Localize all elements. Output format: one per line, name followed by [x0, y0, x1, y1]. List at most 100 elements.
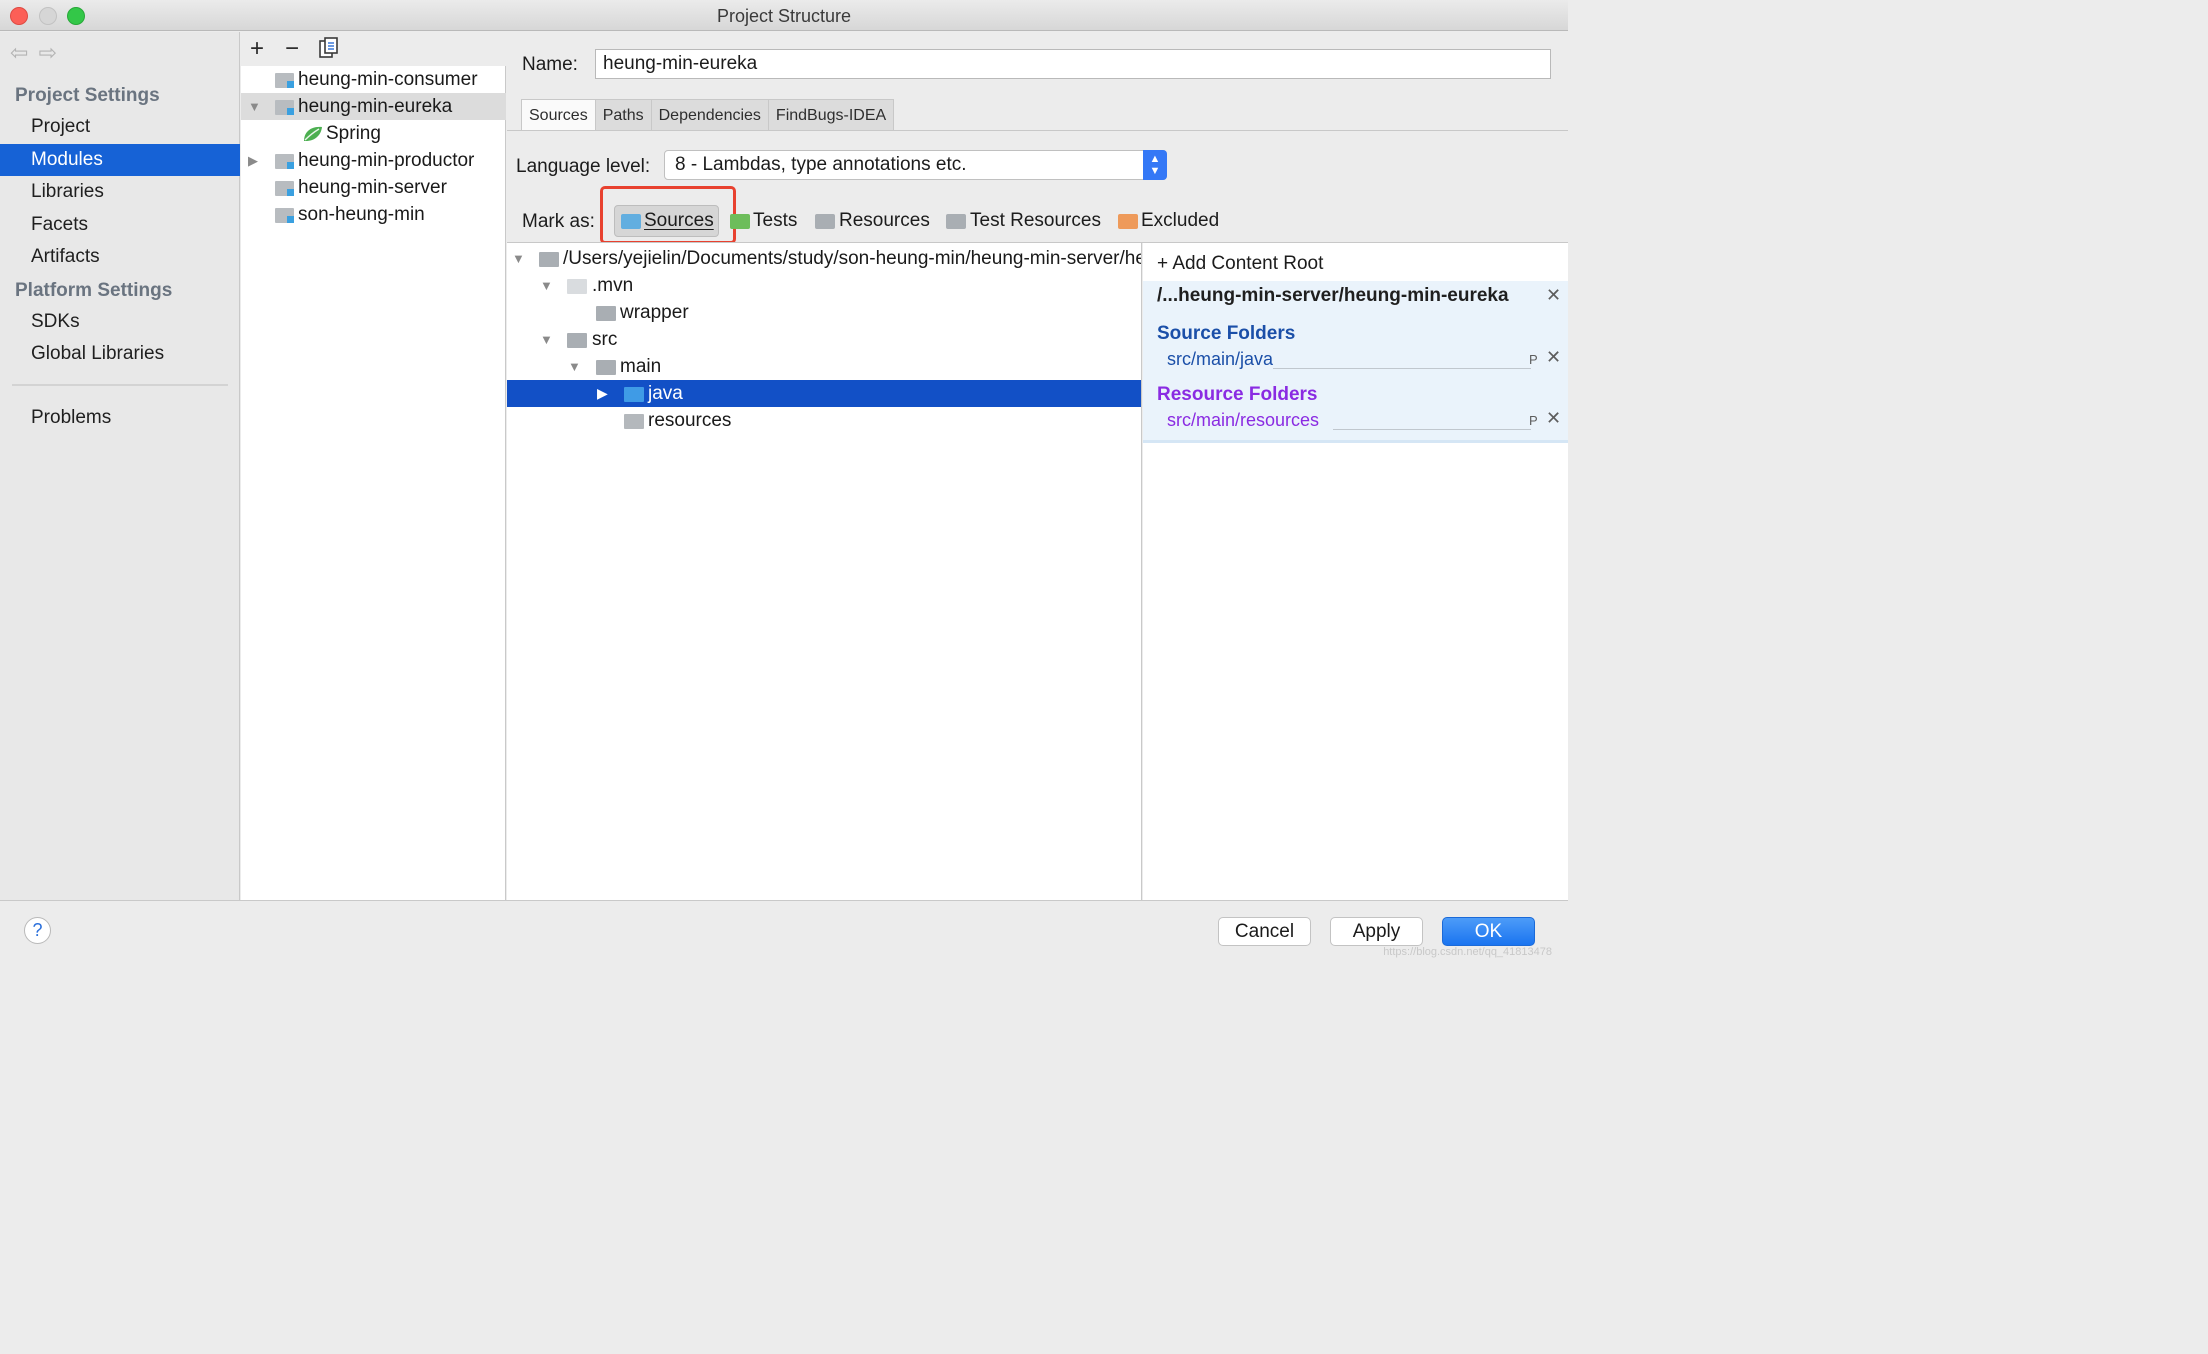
language-level-value: 8 - Lambdas, type annotations etc. [675, 154, 967, 175]
expand-toggle-icon[interactable]: ▼ [512, 245, 525, 272]
resource-folders-header: Resource Folders [1157, 384, 1318, 405]
module-settings: Name: heung-min-eureka Sources Paths Dep… [507, 32, 1568, 900]
tree-row[interactable]: ▼ .mvn [507, 272, 1141, 299]
tree-row-selected[interactable]: ▶ java [507, 380, 1141, 407]
add-content-root-button[interactable]: + Add Content Root [1157, 253, 1323, 275]
module-item-selected[interactable]: ▼ heung-min-eureka [241, 93, 506, 120]
apply-button[interactable]: Apply [1330, 917, 1423, 946]
tree-row[interactable]: wrapper [507, 299, 1141, 326]
tree-row[interactable]: resources [507, 407, 1141, 434]
tree-row-label: .mvn [592, 275, 634, 296]
facet-label: Spring [326, 123, 381, 144]
expand-toggle-icon[interactable]: ▶ [597, 380, 608, 407]
tab-divider [507, 130, 1568, 131]
test-resource-folder-icon [946, 214, 966, 229]
close-icon[interactable]: ✕ [1546, 285, 1561, 306]
modules-toolbar: + − [241, 32, 506, 66]
tree-row-label: main [620, 356, 662, 377]
watermark-text: https://blog.csdn.net/qq_41813478 [1383, 946, 1552, 958]
sidebar-item-modules[interactable]: Modules [0, 144, 240, 176]
cancel-button[interactable]: Cancel [1218, 917, 1311, 946]
module-name-input[interactable]: heung-min-eureka [595, 49, 1551, 79]
project-settings-header: Project Settings [15, 85, 160, 106]
mark-sources-label: Sources [644, 210, 714, 231]
mark-as-label: Mark as: [522, 211, 595, 232]
arrow-left-icon[interactable]: ⇦ [10, 40, 38, 65]
mark-resources-label: Resources [839, 210, 930, 231]
name-label: Name: [522, 54, 578, 75]
mark-test-resources-label: Test Resources [970, 210, 1101, 231]
sidebar-item-global-libraries[interactable]: Global Libraries [0, 338, 240, 370]
tab-paths[interactable]: Paths [594, 99, 652, 131]
tree-row[interactable]: ▼ main [507, 353, 1141, 380]
title-bar: Project Structure [0, 0, 1568, 31]
module-icon [275, 73, 294, 88]
content-root-box: /...heung-min-server/heung-min-eureka ✕ … [1143, 281, 1568, 443]
tree-row-root[interactable]: ▼ /Users/yejielin/Documents/study/son-he… [507, 245, 1141, 272]
language-level-select[interactable]: 8 - Lambdas, type annotations etc. ▲ ▼ [664, 150, 1167, 180]
plus-icon: + [1157, 253, 1169, 274]
module-icon [275, 208, 294, 223]
tab-dependencies[interactable]: Dependencies [650, 99, 769, 131]
module-icon [275, 154, 294, 169]
sidebar-item-problems[interactable]: Problems [0, 402, 240, 434]
expand-toggle-icon[interactable]: ▶ [248, 147, 258, 174]
content-root-panel: + Add Content Root /...heung-min-server/… [1143, 243, 1568, 900]
modules-panel: + − heung-min-consumer ▼ heung-min-eurek… [241, 32, 506, 900]
project-structure-window: Project Structure ⇦⇨ Project Settings Pr… [0, 0, 1568, 962]
module-label: heung-min-productor [298, 150, 475, 171]
mark-excluded-label: Excluded [1141, 210, 1220, 231]
arrow-right-icon[interactable]: ⇨ [38, 40, 66, 65]
source-folder-icon [621, 214, 641, 229]
copy-icon[interactable] [319, 37, 339, 66]
tree-row-label: wrapper [620, 302, 689, 323]
module-tabs: Sources Paths Dependencies FindBugs-IDEA [521, 99, 895, 131]
excluded-folder-icon [1118, 214, 1138, 229]
properties-icon[interactable]: P [1529, 352, 1538, 367]
module-item[interactable]: ▶ heung-min-productor [241, 147, 506, 174]
sidebar-item-libraries[interactable]: Libraries [0, 176, 240, 208]
expand-toggle-icon[interactable]: ▼ [540, 272, 553, 299]
module-item[interactable]: heung-min-server [241, 174, 506, 201]
properties-icon[interactable]: P [1529, 413, 1538, 428]
content-root-path: /...heung-min-server/heung-min-eureka [1157, 285, 1509, 306]
close-icon[interactable]: ✕ [1546, 347, 1561, 368]
folder-icon [596, 360, 616, 375]
tab-sources[interactable]: Sources [521, 99, 596, 131]
tree-row[interactable]: ▼ src [507, 326, 1141, 353]
source-folder-path[interactable]: src/main/java [1167, 349, 1279, 370]
resource-folder-path[interactable]: src/main/resources [1167, 410, 1325, 431]
platform-settings-header: Platform Settings [15, 280, 173, 301]
dialog-button-bar: ? Cancel Apply OK https://blog.csdn.net/… [0, 900, 1568, 962]
sidebar-item-artifacts[interactable]: Artifacts [0, 241, 240, 273]
sidebar-item-project[interactable]: Project [0, 111, 240, 143]
sidebar-divider [12, 384, 228, 386]
chevron-up-down-icon[interactable]: ▲ ▼ [1143, 150, 1167, 180]
tree-row-label: java [648, 383, 683, 404]
sidebar-item-facets[interactable]: Facets [0, 209, 240, 241]
window-title: Project Structure [716, 6, 852, 26]
ok-button[interactable]: OK [1442, 917, 1535, 946]
tree-row-label: src [592, 329, 618, 350]
close-icon[interactable]: ✕ [1546, 408, 1561, 429]
add-module-button[interactable]: + [250, 35, 264, 63]
module-label: heung-min-eureka [298, 96, 453, 117]
expand-toggle-icon[interactable]: ▼ [248, 93, 261, 120]
tree-row-label: resources [648, 410, 732, 431]
folder-icon [567, 333, 587, 348]
sidebar-item-sdks[interactable]: SDKs [0, 306, 240, 338]
nav-history: ⇦⇨ [10, 40, 67, 66]
mark-as-sources-button[interactable]: Sources [614, 205, 719, 237]
remove-module-button[interactable]: − [285, 35, 299, 63]
expand-toggle-icon[interactable]: ▼ [568, 353, 581, 380]
module-item[interactable]: son-heung-min [241, 201, 506, 228]
content-root-tree: ▼ /Users/yejielin/Documents/study/son-he… [507, 243, 1142, 900]
module-label: heung-min-consumer [298, 69, 478, 90]
facet-item[interactable]: Spring [241, 120, 506, 147]
tab-findbugs[interactable]: FindBugs-IDEA [767, 99, 895, 131]
module-item[interactable]: heung-min-consumer [241, 66, 506, 93]
module-label: son-heung-min [298, 204, 425, 225]
expand-toggle-icon[interactable]: ▼ [540, 326, 553, 353]
help-button[interactable]: ? [24, 917, 51, 944]
tree-row-label: /Users/yejielin/Documents/study/son-heun… [563, 248, 1141, 269]
